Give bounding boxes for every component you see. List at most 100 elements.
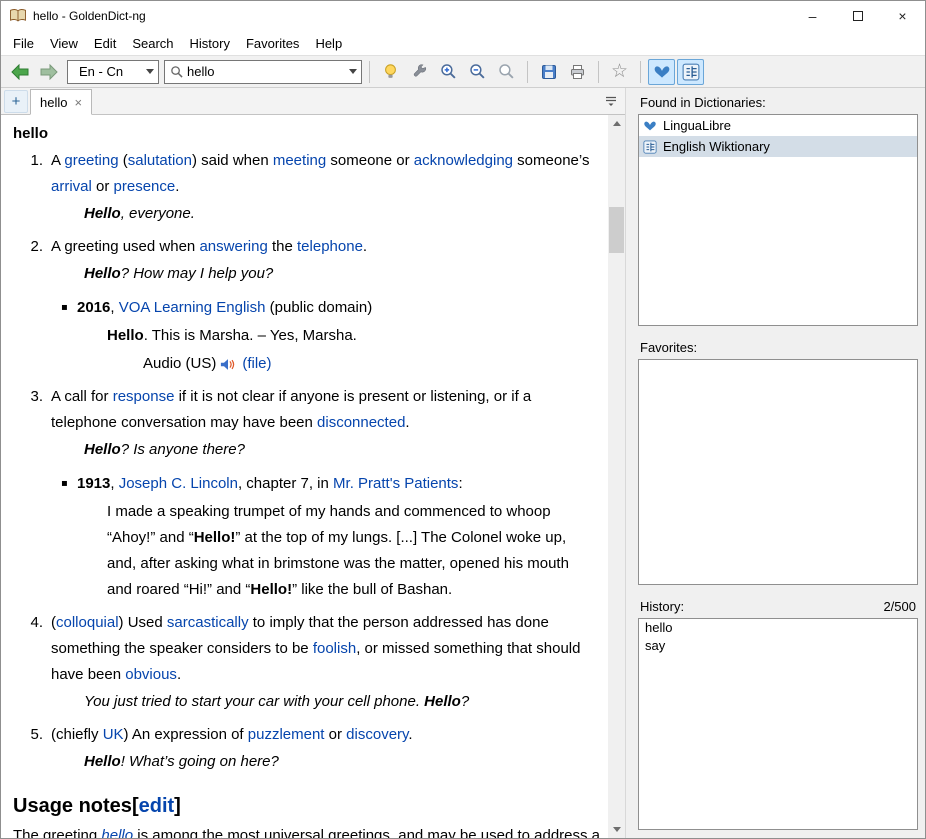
quotation-citation: ▪ 1913, Joseph C. Lincoln, chapter 7, in … (61, 471, 591, 497)
sidebar-splitter[interactable] (638, 326, 918, 338)
menu-item-view[interactable]: View (42, 33, 86, 54)
zoom-reset-button[interactable] (493, 59, 520, 85)
link[interactable]: acknowledging (414, 152, 513, 169)
language-pair-select[interactable]: En - Cn (67, 59, 159, 84)
link[interactable]: (file) (242, 351, 271, 377)
close-button[interactable]: × (880, 1, 925, 31)
definitions-list: 1. A greeting (salutation) said when meet… (1, 148, 608, 775)
found-in-dictionaries-label: Found in Dictionaries: (640, 95, 766, 110)
link[interactable]: foolish (313, 640, 356, 657)
link[interactable]: sarcastically (167, 614, 249, 631)
scroll-down-button[interactable] (608, 821, 625, 838)
link[interactable]: disconnected (317, 414, 405, 431)
link[interactable]: arrival (51, 178, 92, 195)
definition: 5. (chiefly UK) An expression of puzzleme… (1, 722, 608, 775)
example-sentence: You just tried to start your car with yo… (84, 693, 470, 710)
forward-button[interactable] (35, 59, 62, 85)
chevron-down-icon (349, 69, 357, 74)
pronounce-button[interactable] (377, 59, 404, 85)
link[interactable]: VOA Learning English (119, 299, 266, 316)
back-button[interactable] (6, 59, 33, 85)
speaker-icon[interactable] (220, 358, 236, 371)
tab-list-button[interactable] (599, 90, 623, 113)
menu-item-favorites[interactable]: Favorites (238, 33, 307, 54)
add-tab-button[interactable]: + (4, 89, 28, 113)
definition: 2. A greeting used when answering the tel… (1, 234, 608, 377)
app-window: hello - GoldenDict-ng – × File View Edit Se… (0, 0, 926, 839)
search-input[interactable]: hello (164, 59, 362, 84)
definition-number: 3. (30, 388, 43, 405)
maximize-button[interactable] (835, 1, 880, 31)
titlebar: hello - GoldenDict-ng – × (1, 1, 925, 31)
menu-item-search[interactable]: Search (124, 33, 181, 54)
quotation-text: I made a speaking trumpet of my hands an… (107, 503, 569, 598)
dictionary-item[interactable]: English Wiktionary (639, 136, 917, 157)
usage-notes-text: The greeting hello is among the most uni… (13, 828, 608, 838)
link[interactable]: puzzlement (248, 726, 325, 743)
zoom-out-button[interactable] (464, 59, 491, 85)
link[interactable]: UK (103, 726, 124, 743)
sidebar-splitter[interactable] (638, 585, 918, 597)
history-label: History: (640, 599, 685, 614)
tab-hello[interactable]: hello × (30, 89, 93, 115)
add-to-favorites-button[interactable]: ☆ (606, 59, 633, 85)
history-list[interactable]: hello say (638, 618, 918, 830)
menu-item-history[interactable]: History (182, 33, 238, 54)
dictbar-wiktionary-toggle[interactable] (677, 58, 704, 85)
link[interactable]: colloquial (56, 614, 119, 631)
found-dictionaries-list[interactable]: LinguaLibre English Wiktionary (638, 114, 918, 326)
save-article-button[interactable] (535, 59, 562, 85)
link[interactable]: response (113, 388, 175, 405)
definition-text: A greeting (salutation) said when meetin… (51, 152, 590, 195)
lingualibre-icon (643, 119, 658, 133)
tab-close-icon[interactable]: × (74, 95, 82, 110)
dictionary-item[interactable]: LinguaLibre (639, 115, 917, 136)
menu-item-help[interactable]: Help (307, 33, 350, 54)
print-button[interactable] (564, 59, 591, 85)
tabbar: + hello × (1, 88, 625, 115)
article-headword: hello (13, 125, 49, 142)
wiktionary-icon (682, 63, 700, 81)
scrollbar-thumb[interactable] (609, 207, 624, 253)
link[interactable]: obvious (125, 666, 177, 683)
link[interactable]: answering (199, 238, 267, 255)
history-item[interactable]: hello (639, 619, 917, 637)
article-pane: hello 1. A greeting (salutation) said whe… (1, 115, 625, 838)
history-item[interactable]: say (639, 637, 917, 655)
definition-number: 4. (30, 614, 43, 631)
link[interactable]: meeting (273, 152, 326, 169)
minimize-button[interactable]: – (790, 1, 835, 31)
scroll-up-button[interactable] (608, 115, 625, 132)
arrow-up-icon (612, 121, 621, 126)
zoom-in-button[interactable] (435, 59, 462, 85)
example-sentence: Hello? Is anyone there? (84, 441, 245, 458)
menu-item-edit[interactable]: Edit (86, 33, 124, 54)
toolbar-separator (640, 60, 641, 83)
quotation-citation: ▪ 2016, VOA Learning English (public doma… (61, 295, 591, 321)
link[interactable]: discovery (346, 726, 408, 743)
favorites-list[interactable] (638, 359, 918, 585)
menu-item-file[interactable]: File (5, 33, 42, 54)
link[interactable]: edit (139, 795, 175, 817)
definition-number: 5. (30, 726, 43, 743)
dictbar-lingualibre-toggle[interactable] (648, 58, 675, 85)
link[interactable]: Joseph C. Lincoln (119, 475, 238, 492)
bullet-icon: ▪ (61, 478, 68, 489)
link[interactable]: Mr. Pratt's Patients (333, 475, 458, 492)
article: hello 1. A greeting (salutation) said whe… (1, 115, 608, 838)
link[interactable]: hello (101, 828, 133, 838)
article-scrollbar[interactable] (608, 115, 625, 838)
bullet-icon: ▪ (61, 302, 68, 313)
tools-button[interactable] (406, 59, 433, 85)
link[interactable]: telephone (297, 238, 363, 255)
dictionary-name: English Wiktionary (663, 139, 770, 154)
dictionary-name: LinguaLibre (663, 118, 731, 133)
usage-notes-heading: Usage notes[edit] (13, 795, 181, 817)
definition: 3. A call for response if it is not clear… (1, 384, 608, 603)
toolbar-separator (369, 60, 370, 83)
link[interactable]: greeting (64, 152, 118, 169)
tab-label: hello (40, 94, 68, 110)
definition-text: A call for response if it is not clear i… (51, 388, 532, 431)
link[interactable]: salutation (128, 152, 192, 169)
link[interactable]: presence (114, 178, 176, 195)
